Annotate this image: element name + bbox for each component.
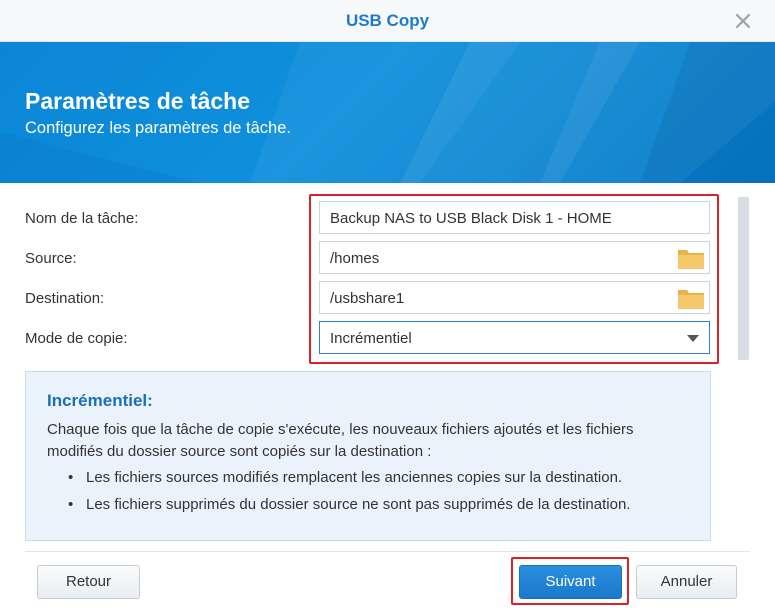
chevron-down-icon [687, 335, 699, 342]
copy-mode-select[interactable]: Incrémentiel [319, 321, 710, 354]
info-bullet-list: Les fichiers sources modifiés remplacent… [66, 467, 696, 521]
cancel-button[interactable]: Annuler [636, 565, 737, 599]
close-icon[interactable] [731, 9, 755, 33]
info-bullet: Les fichiers sources modifiés remplacent… [66, 467, 696, 489]
task-name-input[interactable]: Backup NAS to USB Black Disk 1 - HOME [319, 201, 710, 234]
info-bullet: Les fichiers supprimés du dossier source… [66, 494, 696, 516]
folder-icon[interactable] [677, 286, 705, 310]
info-paragraph: Chaque fois que la tâche de copie s'exéc… [47, 421, 634, 460]
task-name-value: Backup NAS to USB Black Disk 1 - HOME [330, 210, 612, 227]
copy-mode-label: Mode de copie: [25, 330, 128, 347]
page-title: Paramètres de tâche [25, 88, 251, 114]
destination-value: /usbshare1 [330, 290, 405, 307]
folder-icon[interactable] [677, 246, 705, 270]
source-value: /homes [330, 250, 380, 267]
header-banner: Paramètres de tâche Configurez les param… [0, 42, 775, 183]
next-button[interactable]: Suivant [519, 565, 622, 599]
task-name-label: Nom de la tâche: [25, 210, 139, 227]
copy-mode-value: Incrémentiel [330, 330, 412, 347]
back-button[interactable]: Retour [37, 565, 140, 599]
window-titlebar: USB Copy [0, 0, 775, 42]
source-input[interactable]: /homes [319, 241, 710, 274]
footer-divider [25, 551, 750, 552]
window-title: USB Copy [345, 11, 430, 30]
source-label: Source: [25, 250, 77, 267]
copy-mode-info-panel: Incrémentiel: Chaque fois que la tâche d… [25, 371, 711, 541]
scrollbar[interactable] [738, 197, 749, 360]
destination-input[interactable]: /usbshare1 [319, 281, 710, 314]
info-heading: Incrémentiel: [47, 391, 153, 410]
destination-label: Destination: [25, 290, 105, 307]
page-subtitle: Configurez les paramètres de tâche. [25, 119, 291, 137]
